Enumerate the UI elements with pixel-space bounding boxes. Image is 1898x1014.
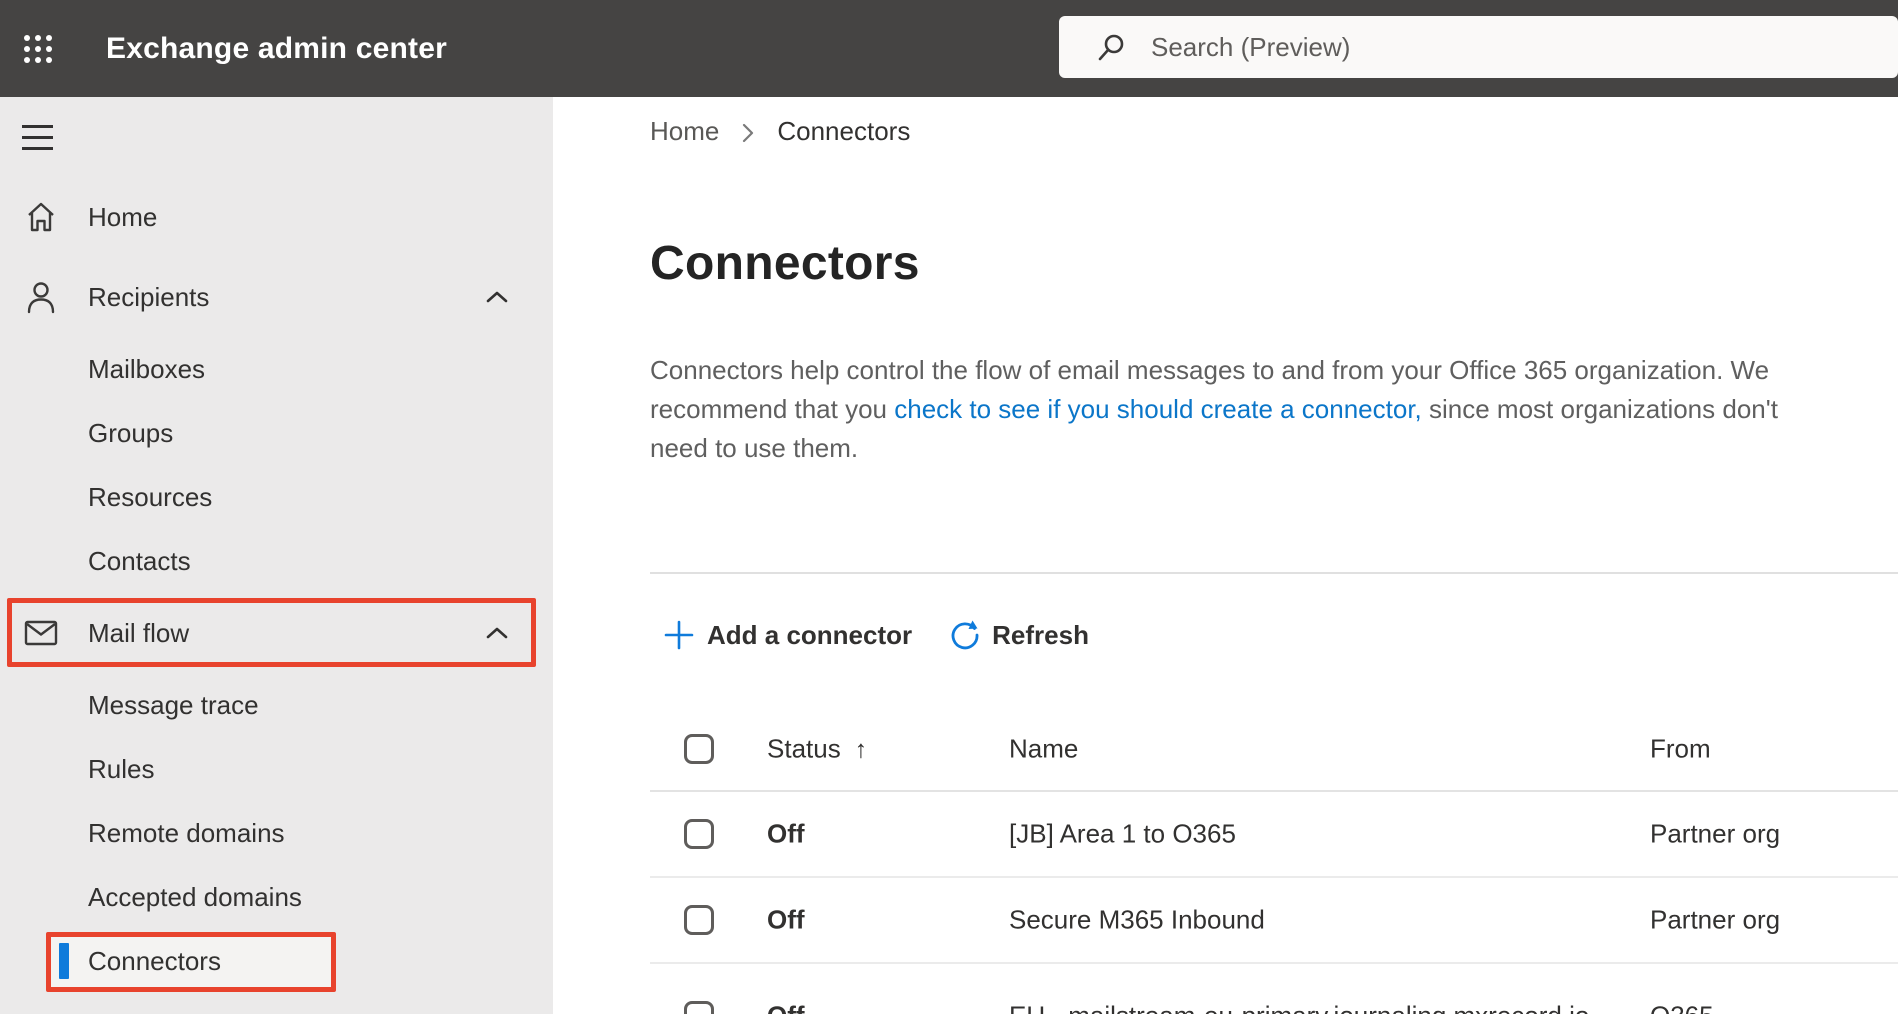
hamburger-menu-icon[interactable] (22, 121, 54, 153)
search-icon (1097, 32, 1127, 62)
sidebar-item-home[interactable]: Home (0, 177, 553, 257)
description-text: since most organizations don't (1421, 394, 1778, 424)
chevron-up-icon[interactable] (485, 290, 509, 304)
plus-icon (663, 619, 695, 651)
chevron-up-icon[interactable] (485, 626, 509, 640)
sidebar-item-accepted-domains[interactable]: Accepted domains (0, 865, 553, 929)
sidebar-item-mailboxes[interactable]: Mailboxes (0, 337, 553, 401)
sidebar-item-label: Rules (88, 753, 155, 784)
sidebar-item-mail-flow[interactable]: Mail flow (0, 593, 553, 673)
toolbar-divider (650, 572, 1898, 574)
global-search-box[interactable] (1059, 16, 1898, 78)
chevron-right-icon (741, 122, 755, 144)
sidebar-item-label: Recipients (88, 281, 210, 312)
main-content: Home Connectors Connectors Connectors he… (553, 97, 1898, 1014)
sidebar-item-contacts[interactable]: Contacts (0, 529, 553, 593)
sidebar-item-label: Groups (88, 417, 174, 448)
sidebar-item-label: Remote domains (88, 817, 285, 848)
add-connector-label: Add a connector (707, 619, 913, 650)
home-icon (24, 201, 58, 233)
app-launcher-waffle-icon[interactable] (20, 31, 56, 67)
description-line: recommend that you check to see if you s… (650, 390, 1890, 429)
command-bar: Add a connector Refresh (650, 602, 1089, 668)
refresh-label: Refresh (992, 619, 1089, 650)
page-title: Connectors (650, 237, 920, 290)
breadcrumb-current: Connectors (777, 116, 911, 146)
sidebar-item-label: Mailboxes (88, 353, 206, 384)
selected-item-indicator (59, 943, 69, 979)
row-checkbox[interactable] (684, 819, 714, 849)
row-checkbox[interactable] (684, 1001, 714, 1014)
table-row[interactable]: Off Secure M365 Inbound Partner org (650, 878, 1898, 964)
person-icon (24, 280, 58, 314)
row-checkbox[interactable] (684, 905, 714, 935)
table-row[interactable]: Off [JB] Area 1 to O365 Partner org (650, 792, 1898, 878)
sidebar-item-label: Resources (88, 481, 213, 512)
connector-name-link[interactable]: [JB] Area 1 to O365 (1009, 819, 1236, 850)
breadcrumb: Home Connectors (650, 116, 910, 147)
connector-name-link[interactable]: EU - mailstream-eu-primary.journaling.mx… (1009, 1001, 1589, 1014)
refresh-icon (948, 618, 982, 652)
description-line: need to use them. (650, 433, 859, 463)
sidebar-item-message-trace[interactable]: Message trace (0, 673, 553, 737)
sidebar-item-label: Accepted domains (88, 881, 302, 912)
exchange-admin-center-screen: Exchange admin center Search (Preview) H… (0, 0, 1898, 1014)
breadcrumb-home-link[interactable]: Home (650, 116, 719, 147)
sidebar-item-recipients[interactable]: Recipients (0, 257, 553, 337)
table-header-row: Status ↑ Name From (650, 707, 1898, 792)
sidebar-item-remote-domains[interactable]: Remote domains (0, 801, 553, 865)
nav-collapse-row (0, 97, 553, 177)
waffle-icon (24, 35, 52, 63)
sidebar-item-label: Connectors (88, 945, 221, 976)
connectors-table: Status ↑ Name From Off [JB] Area 1 to O36… (650, 707, 1898, 1014)
refresh-button[interactable]: Refresh (948, 618, 1089, 652)
top-app-bar: Exchange admin center (0, 0, 1898, 97)
create-connector-help-link[interactable]: check to see if you should create a conn… (894, 394, 1422, 424)
sort-ascending-icon: ↑ (854, 735, 868, 763)
mail-icon (24, 620, 58, 646)
status-value: Off (767, 1001, 805, 1014)
left-navigation: Home Recipients Mailboxes Groups Resourc… (0, 97, 553, 1014)
status-value: Off (767, 904, 805, 935)
sidebar-item-rules[interactable]: Rules (0, 737, 553, 801)
sidebar-item-label: Mail flow (88, 617, 190, 648)
search-input[interactable] (1151, 31, 1898, 63)
sidebar-item-connectors-selected[interactable]: Connectors (0, 929, 553, 993)
sidebar-item-groups[interactable]: Groups (0, 401, 553, 465)
column-header-status[interactable]: Status (767, 733, 841, 763)
status-value: Off (767, 818, 805, 849)
column-header-from[interactable]: From (1650, 733, 1711, 763)
sidebar-item-label: Home (88, 201, 158, 232)
sidebar-item-resources[interactable]: Resources (0, 465, 553, 529)
sidebar-item-label: Message trace (88, 689, 259, 720)
from-value: Partner org (1650, 904, 1781, 935)
from-value: Partner org (1650, 818, 1781, 849)
table-row[interactable]: Off EU - mailstream-eu-primary.journalin… (650, 964, 1898, 1014)
description-text: recommend that you (650, 394, 895, 424)
column-header-name[interactable]: Name (1009, 733, 1078, 763)
page-description: Connectors help control the flow of emai… (650, 351, 1890, 468)
description-line: Connectors help control the flow of emai… (650, 355, 1770, 385)
sidebar-item-label: Contacts (88, 545, 191, 576)
connector-name-link[interactable]: Secure M365 Inbound (1009, 905, 1265, 936)
select-all-checkbox[interactable] (684, 733, 714, 764)
annotation-box-mail-flow (7, 598, 536, 667)
app-title: Exchange admin center (106, 31, 447, 65)
add-connector-button[interactable]: Add a connector (663, 619, 912, 651)
from-value: O365 (1650, 1001, 1714, 1014)
